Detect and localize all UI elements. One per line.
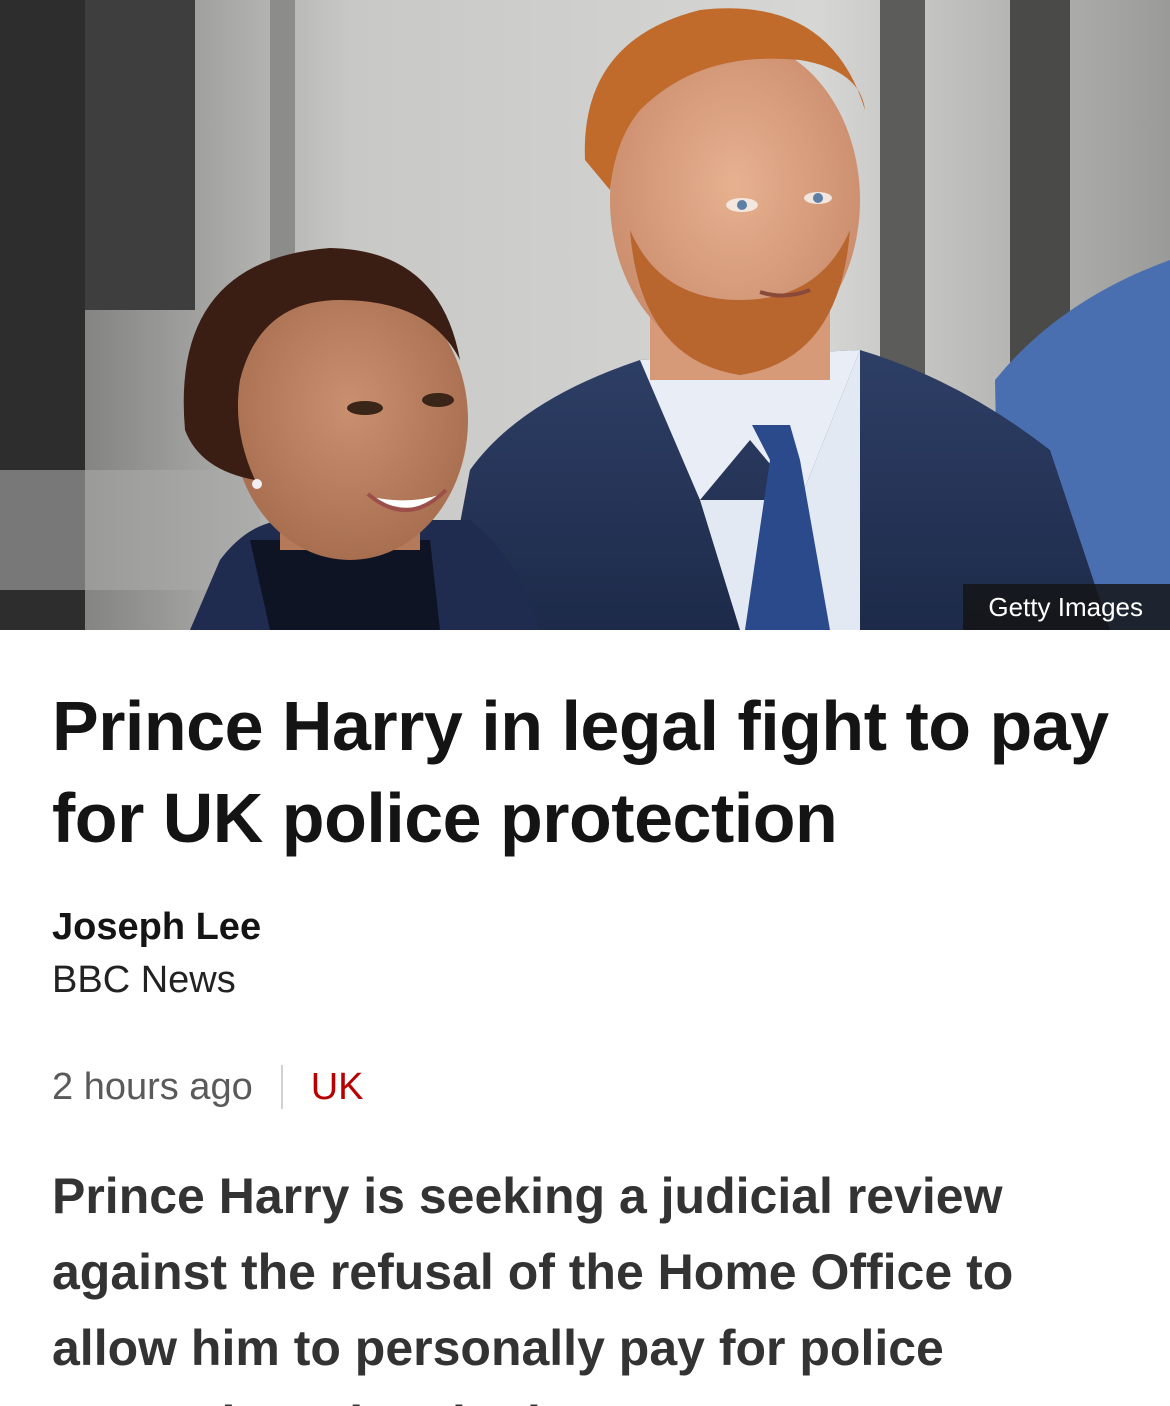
article-lede: Prince Harry is seeking a judicial revie… [52,1168,1014,1406]
author-outlet: BBC News [52,959,236,1001]
author-name[interactable]: Joseph Lee [52,902,1132,952]
article-meta: 2 hours ago UK [52,1062,1132,1112]
article-body: Prince Harry in legal fight to pay for U… [52,680,1132,1406]
meta-divider [280,1065,283,1109]
article-page: Getty Images Prince Harry in legal fight… [0,0,1170,1406]
section-link[interactable]: UK [311,1062,364,1112]
timestamp: 2 hours ago [52,1066,253,1108]
image-credit: Getty Images [963,584,1170,630]
hero-photo [0,0,1170,630]
headline: Prince Harry in legal fight to pay for U… [52,687,1109,857]
hero-image[interactable]: Getty Images [0,0,1170,630]
